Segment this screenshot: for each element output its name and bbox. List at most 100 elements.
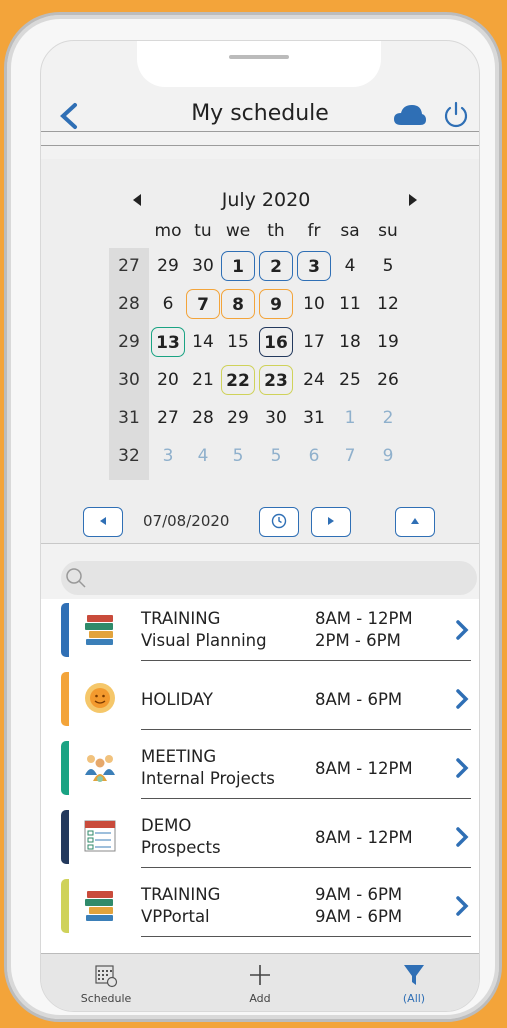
calendar-day[interactable]: 5 — [221, 441, 255, 471]
calendar-day[interactable]: 20 — [151, 365, 185, 395]
chevron-right-icon[interactable] — [455, 757, 469, 779]
event-category: MEETING — [141, 747, 217, 766]
calendar-day[interactable]: 8 — [221, 289, 255, 319]
calendar-clock-icon — [95, 965, 118, 988]
calendar-day[interactable]: 29 — [151, 251, 185, 281]
weekday-header: th — [267, 221, 285, 241]
event-category: TRAINING — [141, 609, 221, 628]
power-icon[interactable] — [443, 101, 469, 129]
calendar-day[interactable]: 14 — [186, 327, 220, 357]
calendar-day[interactable]: 29 — [221, 403, 255, 433]
calendar-day[interactable]: 5 — [259, 441, 293, 471]
calendar-day[interactable]: 26 — [371, 365, 405, 395]
event-time: 8AM - 6PM — [315, 690, 403, 709]
calendar-day[interactable]: 3 — [297, 251, 331, 281]
calendar-day[interactable]: 23 — [259, 365, 293, 395]
tab-add[interactable]: Add — [215, 958, 305, 1008]
calendar-day[interactable]: 6 — [151, 289, 185, 319]
calendar-day[interactable]: 22 — [221, 365, 255, 395]
row-divider — [141, 660, 471, 661]
calendar-day[interactable]: 9 — [259, 289, 293, 319]
calendar-day[interactable]: 7 — [186, 289, 220, 319]
calendar-day[interactable]: 7 — [333, 441, 367, 471]
calendar-day[interactable]: 10 — [297, 289, 331, 319]
tab-schedule[interactable]: Schedule — [61, 958, 151, 1008]
header-divider-top — [41, 131, 479, 132]
calendar-day[interactable]: 13 — [151, 327, 185, 357]
event-item[interactable]: MEETING Internal Projects 8AM - 12PM — [41, 737, 479, 799]
chevron-right-icon[interactable] — [455, 895, 469, 917]
event-time: 8AM - 12PM — [315, 828, 413, 847]
chevron-right-icon[interactable] — [455, 688, 469, 710]
search-icon — [66, 568, 86, 588]
event-category: DEMO — [141, 816, 192, 835]
books-icon — [83, 611, 117, 647]
today-button[interactable] — [259, 507, 299, 537]
chevron-right-icon[interactable] — [455, 619, 469, 641]
calendar-day[interactable]: 4 — [333, 251, 367, 281]
calendar-day[interactable]: 4 — [186, 441, 220, 471]
calendar-day[interactable]: 31 — [297, 403, 331, 433]
prev-month-icon[interactable] — [131, 193, 143, 207]
row-divider — [141, 798, 471, 799]
calendar-day[interactable]: 12 — [371, 289, 405, 319]
calendar-day[interactable]: 17 — [297, 327, 331, 357]
event-item[interactable]: TRAINING Visual Planning 8AM - 12PM 2PM - 6… — [41, 599, 479, 661]
chevron-right-icon[interactable] — [455, 826, 469, 848]
calendar-day[interactable]: 21 — [186, 365, 220, 395]
clock-icon — [271, 513, 287, 528]
event-color-bar — [61, 603, 69, 657]
triangle-right-icon — [328, 516, 334, 525]
books-icon — [83, 887, 117, 923]
calendar-day[interactable]: 15 — [221, 327, 255, 357]
triangle-left-icon — [100, 516, 106, 525]
calendar-day[interactable]: 9 — [371, 441, 405, 471]
event-time: 9AM - 6PM — [315, 885, 403, 904]
event-item[interactable]: HOLIDAY 8AM - 6PM — [41, 668, 479, 730]
calendar-day[interactable]: 5 — [371, 251, 405, 281]
calendar-day[interactable]: 1 — [221, 251, 255, 281]
calendar-day[interactable]: 3 — [151, 441, 185, 471]
calendar-day[interactable]: 25 — [333, 365, 367, 395]
calendar-day[interactable]: 16 — [259, 327, 293, 357]
notch — [137, 41, 381, 87]
calendar-day[interactable]: 6 — [297, 441, 331, 471]
search-bar[interactable] — [61, 561, 477, 595]
row-divider — [141, 936, 471, 937]
month-row: July 2020 — [41, 189, 479, 213]
tab-filter[interactable]: (All) — [369, 958, 459, 1008]
event-time-secondary: 9AM - 6PM — [315, 907, 403, 926]
cloud-icon[interactable] — [393, 103, 427, 127]
event-color-bar — [61, 672, 69, 726]
calendar-day[interactable]: 18 — [333, 327, 367, 357]
selected-date: 07/08/2020 — [143, 512, 230, 530]
next-month-icon[interactable] — [407, 193, 419, 207]
calendar-day[interactable]: 2 — [371, 403, 405, 433]
calendar-day[interactable]: 27 — [151, 403, 185, 433]
next-day-button[interactable] — [311, 507, 351, 537]
search-input[interactable] — [101, 567, 465, 591]
weekday-header: mo — [154, 221, 182, 241]
weekday-header: we — [225, 221, 251, 241]
filter-icon — [404, 965, 424, 985]
calendar-day[interactable]: 2 — [259, 251, 293, 281]
triangle-up-icon — [411, 517, 419, 524]
collapse-calendar-button[interactable] — [395, 507, 435, 537]
week-number: 28 — [118, 294, 140, 314]
event-subtitle: VPPortal — [141, 907, 210, 926]
calendar-day[interactable]: 30 — [186, 251, 220, 281]
week-number: 29 — [118, 332, 140, 352]
calendar-day[interactable]: 30 — [259, 403, 293, 433]
calendar-day[interactable]: 1 — [333, 403, 367, 433]
calendar-day[interactable]: 11 — [333, 289, 367, 319]
calendar-day[interactable]: 19 — [371, 327, 405, 357]
weekday-header: tu — [194, 221, 212, 241]
event-item[interactable]: TRAINING VPPortal 9AM - 6PM 9AM - 6PM — [41, 875, 479, 937]
event-color-bar — [61, 741, 69, 795]
calendar-day[interactable]: 28 — [186, 403, 220, 433]
sun-icon — [83, 680, 117, 716]
tab-bar: Schedule Add (All) — [41, 953, 479, 1011]
prev-day-button[interactable] — [83, 507, 123, 537]
calendar-day[interactable]: 24 — [297, 365, 331, 395]
event-item[interactable]: DEMO Prospects 8AM - 12PM — [41, 806, 479, 868]
